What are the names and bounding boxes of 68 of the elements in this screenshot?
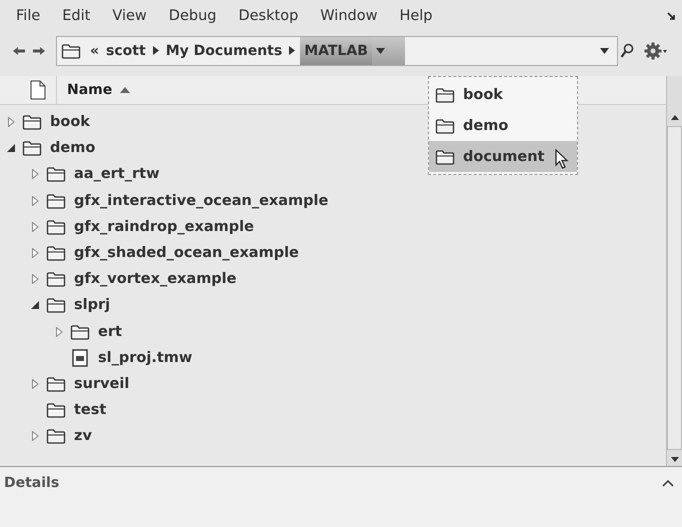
folder-icon [435, 118, 457, 134]
mouse-cursor-icon [555, 149, 569, 169]
tree-item[interactable]: test [74, 402, 106, 418]
menu-item[interactable]: Debug [168, 8, 216, 24]
expand-caret-icon[interactable] [662, 479, 674, 487]
collapse-arrow-icon[interactable] [30, 301, 40, 310]
expand-arrow-icon[interactable] [6, 117, 16, 128]
dropdown-item[interactable]: demo [429, 110, 577, 141]
folder-icon [46, 402, 68, 418]
folder-icon [22, 140, 44, 156]
folder-icon [46, 271, 68, 288]
folder-icon [22, 114, 44, 130]
folder-icon [46, 376, 68, 392]
tree-item[interactable]: aa_ert_rtw [74, 166, 160, 182]
expand-arrow-icon[interactable] [30, 169, 40, 180]
tree-item[interactable]: ert [98, 324, 122, 340]
address-bar[interactable]: « scott My Documents MATLAB [56, 36, 618, 66]
tree-item[interactable]: gfx_vortex_example [74, 271, 236, 288]
search-icon[interactable] [620, 43, 634, 59]
menu-item[interactable]: View [112, 8, 147, 24]
expand-arrow-icon[interactable] [30, 248, 40, 258]
dropdown-caret-icon[interactable] [372, 37, 405, 65]
expand-arrow-icon[interactable] [30, 274, 40, 284]
undock-icon[interactable] [667, 12, 676, 20]
forward-arrow-icon[interactable] [32, 46, 46, 56]
folder-icon [70, 324, 92, 340]
expand-arrow-icon[interactable] [54, 326, 64, 337]
settings-icon[interactable] [644, 42, 668, 60]
tree-item[interactable]: gfx_shaded_ocean_example [74, 245, 299, 262]
tree-item[interactable]: gfx_interactive_ocean_example [74, 192, 328, 209]
menu-item[interactable]: Desktop [238, 8, 298, 24]
folder-icon [61, 43, 83, 59]
tree-item[interactable]: gfx_raindrop_example [74, 218, 254, 235]
folder-icon [46, 245, 68, 262]
folder-icon [46, 218, 68, 235]
menu-item[interactable]: Window [320, 8, 378, 24]
expand-arrow-icon[interactable] [30, 431, 40, 442]
folder-icon [46, 428, 68, 444]
tree-item[interactable]: zv [74, 428, 92, 444]
folder-icon [435, 148, 457, 164]
expand-arrow-icon[interactable] [30, 222, 40, 232]
collapse-arrow-icon[interactable] [6, 144, 16, 152]
breadcrumb[interactable]: scott [104, 38, 148, 64]
scrollbar-thumb[interactable] [667, 126, 682, 450]
folder-icon [46, 297, 68, 314]
folder-icon [435, 86, 457, 102]
dropdown-item[interactable]: book [429, 79, 577, 110]
dropdown-item[interactable]: document [429, 141, 577, 172]
details-panel-title: Details [4, 475, 60, 491]
breadcrumb[interactable]: My Documents [164, 38, 284, 64]
tree-item[interactable]: book [50, 114, 90, 130]
file-icon [30, 80, 46, 100]
folder-icon [46, 166, 68, 182]
menu-item[interactable]: File [16, 8, 40, 24]
name-column-header[interactable]: Name [56, 76, 130, 104]
breadcrumb-overflow[interactable]: « [90, 43, 100, 59]
scrollbar[interactable] [666, 76, 682, 466]
tree-item[interactable]: surveil [74, 376, 130, 392]
menu-item[interactable]: Edit [62, 8, 90, 24]
expand-arrow-icon[interactable] [30, 196, 40, 206]
menu-item[interactable]: Help [399, 8, 433, 24]
back-arrow-icon[interactable] [12, 46, 26, 56]
expand-arrow-icon[interactable] [30, 378, 40, 389]
folder-icon [46, 192, 68, 209]
breadcrumb[interactable]: MATLAB [300, 37, 372, 65]
tree-item[interactable]: sl_proj.tmw [98, 350, 192, 366]
tree-item[interactable]: slprj [74, 297, 110, 314]
tree-item[interactable]: demo [50, 140, 96, 156]
